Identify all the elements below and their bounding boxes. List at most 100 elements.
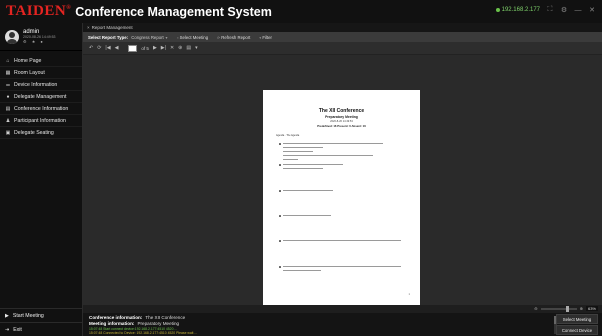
refresh-report-button[interactable]: ⟳ Refresh Report [216, 35, 250, 40]
agenda-bullet [279, 164, 281, 166]
zoom-percent: 63% [585, 306, 598, 311]
sidebar-item-home[interactable]: ⌂ Home Page [0, 55, 82, 67]
connection-status: 192.168.2.177 [495, 7, 540, 13]
next-page-icon[interactable]: ▶ [153, 45, 157, 51]
exit-icon: ⇥ [5, 326, 10, 333]
export-dropdown-icon[interactable]: ▾ [195, 45, 198, 51]
meeting-info-value: Preparatory Meeting [137, 321, 180, 326]
settings-icon[interactable]: ⚙ [560, 6, 568, 14]
refresh-view-icon[interactable]: ⟳ [97, 45, 101, 51]
refresh-icon: ⟳ [217, 35, 221, 40]
sidebar: admin 2020-08-26 14:49:53 ⚙ ★ ● ⌂ Home Pa… [0, 23, 82, 336]
save-icon[interactable]: ▤ [186, 45, 191, 51]
main-area: × Report Management Select Report Type: … [83, 23, 602, 336]
agenda-text-line [283, 270, 321, 272]
close-icon[interactable]: ✕ [588, 6, 596, 14]
start-meeting-button[interactable]: ▶ Start Meeting [0, 308, 82, 322]
stop-icon[interactable]: ✕ [170, 45, 174, 51]
avatar[interactable] [5, 29, 19, 44]
user-info: admin 2020-08-26 14:49:53 ⚙ ★ ● [23, 29, 56, 44]
agenda-text-line [283, 190, 333, 192]
zoom-slider[interactable] [540, 305, 577, 312]
tab-bar: × Report Management [83, 23, 602, 32]
app-window: TAIDEN® Conference Management System 192… [0, 0, 602, 336]
zoom-icon[interactable]: ⊕ [178, 45, 182, 51]
agenda-text-line [283, 240, 401, 242]
page-number-input[interactable] [128, 44, 138, 52]
conference-icon: ▤ [5, 105, 11, 112]
sidebar-item-label: Conference Information [14, 105, 69, 112]
conference-info-value: The XII Conference [145, 315, 186, 320]
participant-icon: ♟ [5, 117, 11, 124]
sidebar-item-device-information[interactable]: ⚌ Device Information [0, 79, 82, 91]
sidebar-item-label: Delegate Seating [14, 129, 54, 136]
select-meeting-button[interactable]: ▪ Select Meeting [176, 35, 208, 40]
layout-icon: ▦ [5, 69, 11, 76]
agenda-text-line [283, 159, 298, 161]
agenda-text-line [283, 168, 323, 170]
taiden-logo: TAIDEN® [6, 3, 72, 19]
sidebar-item-delegate-management[interactable]: ● Delegate Management [0, 91, 82, 103]
back-icon[interactable]: ↶ [89, 45, 93, 51]
agenda-heading: Agenda · The Agenda [276, 134, 300, 137]
zoom-in-icon[interactable]: ⊕ [580, 306, 583, 311]
select-meeting-panel-button[interactable]: Select Meeting [556, 314, 598, 324]
sidebar-item-label: Home Page [14, 57, 42, 64]
agenda-text-line [283, 164, 343, 166]
prev-page-icon[interactable]: ◀ [115, 45, 119, 51]
exit-label: Exit [13, 326, 22, 333]
meeting-info: Meeting information: Preparatory Meeting [89, 321, 179, 326]
page-number: 1 [408, 293, 410, 296]
filter-button[interactable]: ▾ Filter [258, 35, 272, 40]
exit-button[interactable]: ⇥ Exit [0, 322, 82, 336]
home-icon: ⌂ [6, 57, 10, 64]
report-viewer[interactable]: The XII Conference Preparatory Meeting 2… [83, 55, 602, 313]
sidebar-item-delegate-seating[interactable]: ▣ Delegate Seating [0, 127, 82, 139]
user-action-icons[interactable]: ⚙ ★ ● [23, 39, 56, 44]
play-icon: ▶ [5, 312, 9, 319]
sidebar-nav: ⌂ Home Page ▦ Room Layout ⚌ Device Informat… [0, 55, 82, 139]
agenda-bullet [279, 190, 281, 192]
conference-info-label: Conference information: [89, 315, 143, 320]
report-type-label: Select Report Type: [88, 34, 129, 40]
last-page-icon[interactable]: ▶| [161, 45, 166, 51]
minimize-icon[interactable]: — [574, 7, 582, 14]
tab-close-icon[interactable]: × [87, 25, 90, 30]
report-viewer-toolbar: ↶ ⟳ |◀ ◀ of 5 ▶ ▶| ✕ ⊕ ▤ ▾ [83, 42, 602, 55]
sidebar-item-participant-information[interactable]: ♟ Participant Information [0, 115, 82, 127]
sidebar-item-room-layout[interactable]: ▦ Room Layout [0, 67, 82, 79]
delegate-icon: ● [6, 93, 10, 100]
tab-label: Report Management [91, 25, 133, 30]
filter-icon: ▾ [259, 35, 262, 40]
device-icon: ⚌ [5, 81, 11, 88]
agenda-text-line [283, 155, 373, 157]
report-type-select[interactable]: Congress Report [131, 35, 163, 40]
seating-icon: ▣ [5, 129, 11, 136]
title-bar: TAIDEN® Conference Management System 192… [0, 0, 602, 23]
zoom-control: ⊖ ⊕ 63% [534, 305, 598, 312]
report-page: The XII Conference Preparatory Meeting 2… [263, 90, 420, 308]
report-title: The XII Conference [318, 108, 365, 114]
meeting-icon: ▪ [177, 35, 179, 40]
status-dot-icon [495, 8, 500, 12]
tab-report-management[interactable]: × Report Management [87, 25, 133, 30]
log-line: 15:07:48 Connected to Device: 192.168.2.… [89, 331, 198, 335]
sidebar-item-label: Room Layout [14, 69, 45, 76]
conference-info: Conference information: The XII Conferenc… [89, 315, 185, 320]
agenda-bullet [279, 215, 281, 217]
info-panel: Conference information: The XII Conferenc… [83, 313, 602, 336]
agenda-bullet [279, 143, 281, 145]
connect-device-button[interactable]: Connect Device [556, 325, 598, 335]
fullscreen-icon[interactable]: ⛶ [546, 6, 554, 14]
user-panel: admin 2020-08-26 14:49:53 ⚙ ★ ● [0, 23, 82, 51]
agenda-bullet [279, 266, 281, 268]
first-page-icon[interactable]: |◀ [105, 45, 110, 51]
sidebar-item-conference-information[interactable]: ▤ Conference Information [0, 103, 82, 115]
chevron-down-icon[interactable]: ▼ [165, 36, 168, 40]
page-of-total: of 5 [141, 45, 149, 51]
agenda-bullet [279, 240, 281, 242]
agenda-text-line [283, 266, 401, 268]
sidebar-bottom: ▶ Start Meeting ⇥ Exit [0, 308, 82, 336]
zoom-out-icon[interactable]: ⊖ [534, 306, 537, 311]
filter-label: Filter [262, 34, 272, 40]
